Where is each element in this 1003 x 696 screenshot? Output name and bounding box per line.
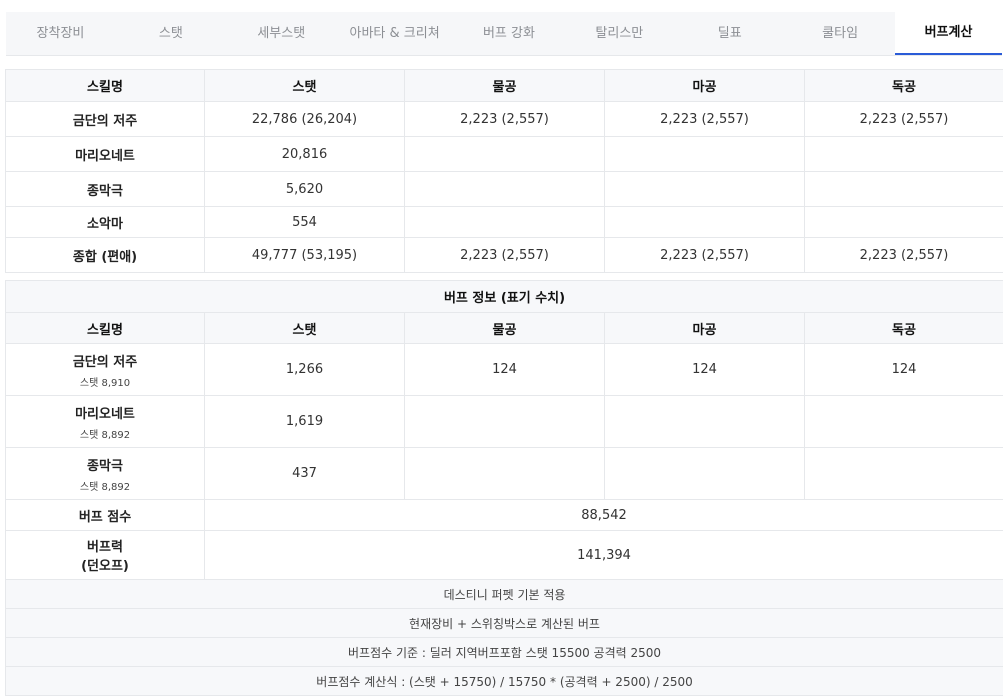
- mag-atk-value: 124: [604, 343, 805, 396]
- mag-atk-value: 2,223 (2,557): [604, 101, 805, 137]
- stat-value: 437: [204, 447, 405, 500]
- phys-atk-value: [404, 447, 605, 500]
- phys-atk-value: 2,223 (2,557): [404, 101, 605, 137]
- note-row: 버프점수 계산식 : (스탯 + 15750) / 15750 * (공격력 +…: [4, 666, 1003, 696]
- stat-value: 22,786 (26,204): [204, 101, 405, 137]
- col-header-phys-atk: 물공: [404, 69, 605, 102]
- ind-atk-value: 2,223 (2,557): [804, 237, 1003, 273]
- buff-power-label: 버프력 (던오프): [5, 530, 205, 580]
- stat-value: 554: [204, 206, 405, 238]
- buff-info-title: 버프 정보 (표기 수치): [4, 280, 1003, 313]
- mag-atk-value: [604, 206, 805, 238]
- tab-talisman[interactable]: 탈리스만: [564, 12, 674, 55]
- skill-name: 마리오네트: [5, 136, 205, 172]
- buff-power-row: 버프력 (던오프) 141,394: [5, 530, 1003, 580]
- mag-atk-value: [604, 447, 805, 500]
- ind-atk-value: [804, 206, 1003, 238]
- col-header-ind-atk: 독공: [804, 69, 1003, 102]
- tab-damage-table[interactable]: 딜표: [674, 12, 785, 55]
- skill-name: 종막극: [5, 171, 205, 207]
- table-row-total: 종합 (편애) 49,777 (53,195) 2,223 (2,557) 2,…: [5, 237, 1003, 273]
- table-row: 마리오네트 스탯 8,892 1,619: [5, 395, 1003, 448]
- skill-cell: 금단의 저주 스탯 8,910: [5, 343, 205, 396]
- skill-cell: 마리오네트 스탯 8,892: [5, 395, 205, 448]
- mag-atk-value: [604, 136, 805, 172]
- skill-cell: 종막극 스탯 8,892: [5, 447, 205, 500]
- stat-value: 5,620: [204, 171, 405, 207]
- col-header-stat: 스탯: [204, 312, 405, 344]
- phys-atk-value: 124: [404, 343, 605, 396]
- table-row: 금단의 저주 22,786 (26,204) 2,223 (2,557) 2,2…: [5, 101, 1003, 137]
- ind-atk-value: [804, 136, 1003, 172]
- phys-atk-value: [404, 395, 605, 448]
- note-text: 버프점수 기준 : 딜러 지역버프포함 스탯 15500 공격력 2500: [4, 637, 1003, 667]
- tab-equipment[interactable]: 장착장비: [6, 12, 115, 55]
- skill-name: 금단의 저주: [72, 354, 138, 370]
- skill-name: 종막극: [87, 458, 123, 474]
- stat-value: 1,619: [204, 395, 405, 448]
- table-title-row: 버프 정보 (표기 수치): [4, 280, 1003, 313]
- ind-atk-value: [803, 447, 1003, 500]
- ind-atk-value: [803, 395, 1003, 448]
- note-row: 데스티니 퍼펫 기본 적용: [4, 579, 1003, 609]
- buff-power-label-line1: 버프력: [87, 540, 123, 555]
- skill-name: 종합 (편애): [5, 237, 205, 273]
- note-text: 데스티니 퍼펫 기본 적용: [4, 579, 1003, 609]
- phys-atk-value: [404, 206, 605, 238]
- col-header-stat: 스탯: [204, 69, 405, 102]
- buff-score-row: 버프 점수 88,542: [5, 499, 1003, 531]
- skill-stat-sub: 스탯 8,910: [79, 377, 131, 389]
- col-header-ind-atk: 독공: [803, 312, 1003, 344]
- mag-atk-value: [604, 395, 805, 448]
- col-header-mag-atk: 마공: [604, 312, 805, 344]
- mag-atk-value: [604, 171, 805, 207]
- tab-buff-calc[interactable]: 버프계산: [895, 12, 1002, 55]
- note-text: 현재장비 + 스위칭박스로 계산된 버프: [4, 608, 1003, 638]
- phys-atk-value: [404, 171, 605, 207]
- col-header-phys-atk: 물공: [404, 312, 605, 344]
- stat-value: 1,266: [204, 343, 405, 396]
- note-row: 현재장비 + 스위칭박스로 계산된 버프: [4, 608, 1003, 638]
- note-row: 버프점수 기준 : 딜러 지역버프포함 스탯 15500 공격력 2500: [4, 637, 1003, 667]
- table-row: 마리오네트 20,816: [5, 136, 1003, 172]
- phys-atk-value: 2,223 (2,557): [404, 237, 605, 273]
- tab-buff-enhance[interactable]: 버프 강화: [454, 12, 565, 55]
- col-header-skill: 스킬명: [5, 312, 205, 344]
- buff-power-label-line2: (던오프): [81, 559, 129, 574]
- buff-score-value: 88,542: [203, 499, 1003, 531]
- ind-atk-value: 124: [803, 343, 1003, 396]
- skill-stat-sub: 스탯 8,892: [79, 429, 131, 441]
- ind-atk-value: [804, 171, 1003, 207]
- mag-atk-value: 2,223 (2,557): [604, 237, 805, 273]
- buff-power-value: 141,394: [203, 530, 1003, 580]
- table-header-row: 스킬명 스탯 물공 마공 독공: [5, 312, 1003, 344]
- ind-atk-value: 2,223 (2,557): [804, 101, 1003, 137]
- skill-name: 금단의 저주: [5, 101, 205, 137]
- tab-avatar-creature[interactable]: 아바타 & 크리쳐: [336, 12, 454, 55]
- table-row: 종막극 스탯 8,892 437: [5, 447, 1003, 500]
- tab-detail-stats[interactable]: 세부스탯: [227, 12, 336, 55]
- stat-value: 20,816: [204, 136, 405, 172]
- table-header-row: 스킬명 스탯 물공 마공 독공: [5, 69, 1003, 102]
- tab-stats[interactable]: 스탯: [115, 12, 227, 55]
- table-row: 소악마 554: [5, 206, 1003, 238]
- buff-score-label: 버프 점수: [5, 499, 205, 531]
- skill-name: 소악마: [5, 206, 205, 238]
- col-header-skill: 스킬명: [5, 69, 205, 102]
- phys-atk-value: [404, 136, 605, 172]
- table-row: 금단의 저주 스탯 8,910 1,266 124 124 124: [5, 343, 1003, 396]
- tab-cooldown[interactable]: 쿨타임: [785, 12, 895, 55]
- buff-summary-table: 스킬명 스탯 물공 마공 독공 금단의 저주 22,786 (26,204) 2…: [5, 69, 1003, 273]
- tab-bar: 장착장비 스탯 세부스탯 아바타 & 크리쳐 버프 강화 탈리스만 딜표 쿨타임…: [6, 12, 1002, 56]
- table-row: 종막극 5,620: [5, 171, 1003, 207]
- col-header-mag-atk: 마공: [604, 69, 805, 102]
- skill-name: 마리오네트: [75, 406, 135, 422]
- buff-info-table: 버프 정보 (표기 수치) 스킬명 스탯 물공 마공 독공 금단의 저주 스탯 …: [4, 280, 1003, 696]
- stat-value: 49,777 (53,195): [204, 237, 405, 273]
- note-text: 버프점수 계산식 : (스탯 + 15750) / 15750 * (공격력 +…: [4, 666, 1003, 696]
- skill-stat-sub: 스탯 8,892: [79, 481, 131, 493]
